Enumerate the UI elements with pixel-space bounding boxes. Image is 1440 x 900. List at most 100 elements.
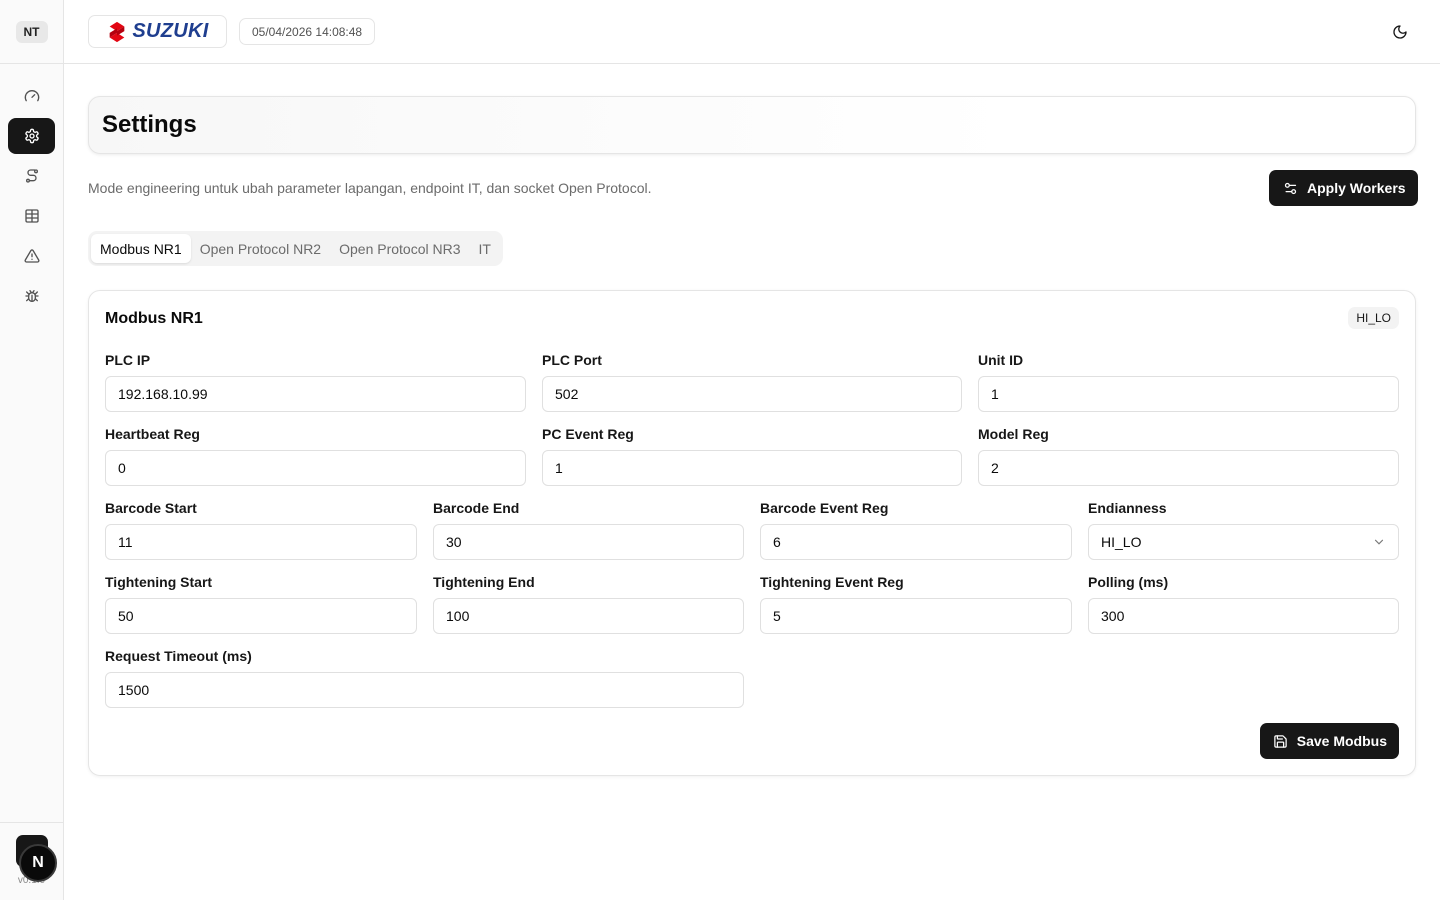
plc-port-input[interactable]: 502 xyxy=(542,376,962,412)
sidebar-footer: v0.1.0 N xyxy=(0,822,63,900)
tightening-event-reg-field: Tightening Event Reg 5 xyxy=(760,574,1072,634)
settings-tabs: Modbus NR1 Open Protocol NR2 Open Protoc… xyxy=(88,231,503,266)
page-title-card: Settings xyxy=(88,96,1416,154)
heartbeat-reg-input[interactable]: 0 xyxy=(105,450,526,486)
barcode-event-reg-input[interactable]: 6 xyxy=(760,524,1072,560)
page-title: Settings xyxy=(102,111,197,138)
moon-icon xyxy=(1393,25,1407,39)
sidebar-item-alerts[interactable] xyxy=(8,238,55,274)
heartbeat-reg-value: 0 xyxy=(118,460,126,476)
avatar[interactable]: NT xyxy=(15,20,48,43)
table-icon xyxy=(24,209,39,223)
barcode-event-reg-field: Barcode Event Reg 6 xyxy=(760,500,1072,560)
tightening-start-field: Tightening Start 50 xyxy=(105,574,417,634)
barcode-event-reg-label: Barcode Event Reg xyxy=(760,500,889,516)
tightening-end-label: Tightening End xyxy=(433,574,535,590)
dev-badge[interactable]: N xyxy=(19,844,57,882)
barcode-start-input[interactable]: 11 xyxy=(105,524,417,560)
tightening-event-reg-label: Tightening Event Reg xyxy=(760,574,904,590)
barcode-end-value: 30 xyxy=(446,534,462,550)
warning-icon xyxy=(24,249,39,263)
apply-workers-label: Apply Workers xyxy=(1307,180,1406,196)
tightening-start-input[interactable]: 50 xyxy=(105,598,417,634)
plc-ip-value: 192.168.10.99 xyxy=(118,386,208,402)
pc-event-reg-field: PC Event Reg 1 xyxy=(542,426,962,486)
gauge-icon xyxy=(24,90,39,102)
tab-it[interactable]: IT xyxy=(470,234,500,263)
heartbeat-reg-field: Heartbeat Reg 0 xyxy=(105,426,526,486)
endianness-select[interactable]: HI_LO xyxy=(1088,524,1399,560)
save-modbus-button[interactable]: Save Modbus xyxy=(1259,723,1399,759)
plc-ip-input[interactable]: 192.168.10.99 xyxy=(105,376,526,412)
barcode-start-label: Barcode Start xyxy=(105,500,197,516)
polling-input[interactable]: 300 xyxy=(1088,598,1399,634)
polling-label: Polling (ms) xyxy=(1088,574,1169,590)
tab-open-protocol-nr3[interactable]: Open Protocol NR3 xyxy=(330,234,469,263)
sidebar-item-debug[interactable] xyxy=(8,278,55,314)
endianness-field: Endianness HI_LO xyxy=(1088,500,1399,560)
unit-id-value: 1 xyxy=(991,386,999,402)
chevron-down-icon xyxy=(1374,539,1384,545)
endianness-label: Endianness xyxy=(1088,500,1167,516)
request-timeout-value: 1500 xyxy=(118,682,150,698)
suzuki-s-icon xyxy=(110,21,125,42)
barcode-end-input[interactable]: 30 xyxy=(433,524,744,560)
sidebar-item-dashboard[interactable] xyxy=(8,78,55,114)
model-reg-input[interactable]: 2 xyxy=(978,450,1399,486)
tightening-end-field: Tightening End 100 xyxy=(433,574,744,634)
theme-toggle-button[interactable] xyxy=(1390,22,1410,42)
pc-event-reg-label: PC Event Reg xyxy=(542,426,634,442)
sidebar-nav xyxy=(0,64,63,314)
datetime-display: 05/04/2026 14:08:48 xyxy=(239,18,376,45)
tightening-event-reg-value: 5 xyxy=(773,608,781,624)
model-reg-value: 2 xyxy=(991,460,999,476)
unit-id-field: Unit ID 1 xyxy=(978,352,1399,412)
sidebar: NT v0.1.0 N xyxy=(0,0,64,900)
barcode-start-value: 11 xyxy=(118,534,133,550)
card-title: Modbus NR1 xyxy=(105,310,203,327)
polling-value: 300 xyxy=(1101,608,1125,624)
tightening-event-reg-input[interactable]: 5 xyxy=(760,598,1072,634)
sidebar-header: NT xyxy=(0,0,63,64)
request-timeout-label: Request Timeout (ms) xyxy=(105,648,252,664)
barcode-end-label: Barcode End xyxy=(433,500,520,516)
endianness-badge: HI_LO xyxy=(1348,307,1399,329)
tightening-start-value: 50 xyxy=(118,608,134,624)
barcode-start-field: Barcode Start 11 xyxy=(105,500,417,560)
tab-modbus-nr1[interactable]: Modbus NR1 xyxy=(91,234,191,263)
plc-port-label: PLC Port xyxy=(542,352,602,368)
gear-icon xyxy=(24,128,39,144)
workflow-icon xyxy=(25,169,38,183)
save-icon xyxy=(1274,734,1287,748)
tab-open-protocol-nr2[interactable]: Open Protocol NR2 xyxy=(191,234,330,263)
brand-logo: SUZUKI xyxy=(88,15,227,48)
model-reg-field: Model Reg 2 xyxy=(978,426,1399,486)
bug-icon xyxy=(24,290,39,302)
save-modbus-label: Save Modbus xyxy=(1296,733,1387,749)
sidebar-item-table[interactable] xyxy=(8,198,55,234)
tightening-end-input[interactable]: 100 xyxy=(433,598,744,634)
unit-id-input[interactable]: 1 xyxy=(978,376,1399,412)
request-timeout-field: Request Timeout (ms) 1500 xyxy=(105,648,744,708)
plc-port-value: 502 xyxy=(555,386,579,402)
polling-field: Polling (ms) 300 xyxy=(1088,574,1399,634)
heartbeat-reg-label: Heartbeat Reg xyxy=(105,426,200,442)
pc-event-reg-input[interactable]: 1 xyxy=(542,450,962,486)
barcode-end-field: Barcode End 30 xyxy=(433,500,744,560)
pc-event-reg-value: 1 xyxy=(555,460,563,476)
main-content: Settings xyxy=(88,96,1416,154)
brand-name: SUZUKI xyxy=(132,20,209,42)
modbus-settings-card: Modbus NR1 HI_LO PLC IP 192.168.10.99 PL… xyxy=(88,290,1416,776)
request-timeout-input[interactable]: 1500 xyxy=(105,672,744,708)
top-header: SUZUKI 05/04/2026 14:08:48 xyxy=(64,0,1440,64)
sidebar-item-workflow[interactable] xyxy=(8,158,55,194)
sidebar-item-settings[interactable] xyxy=(8,118,55,154)
plc-port-field: PLC Port 502 xyxy=(542,352,962,412)
sliders-icon xyxy=(1284,182,1297,194)
apply-workers-button[interactable]: Apply Workers xyxy=(1269,170,1418,206)
model-reg-label: Model Reg xyxy=(978,426,1049,442)
endianness-value: HI_LO xyxy=(1101,534,1142,550)
unit-id-label: Unit ID xyxy=(978,352,1024,368)
tightening-start-label: Tightening Start xyxy=(105,574,213,590)
barcode-event-reg-value: 6 xyxy=(773,534,781,550)
